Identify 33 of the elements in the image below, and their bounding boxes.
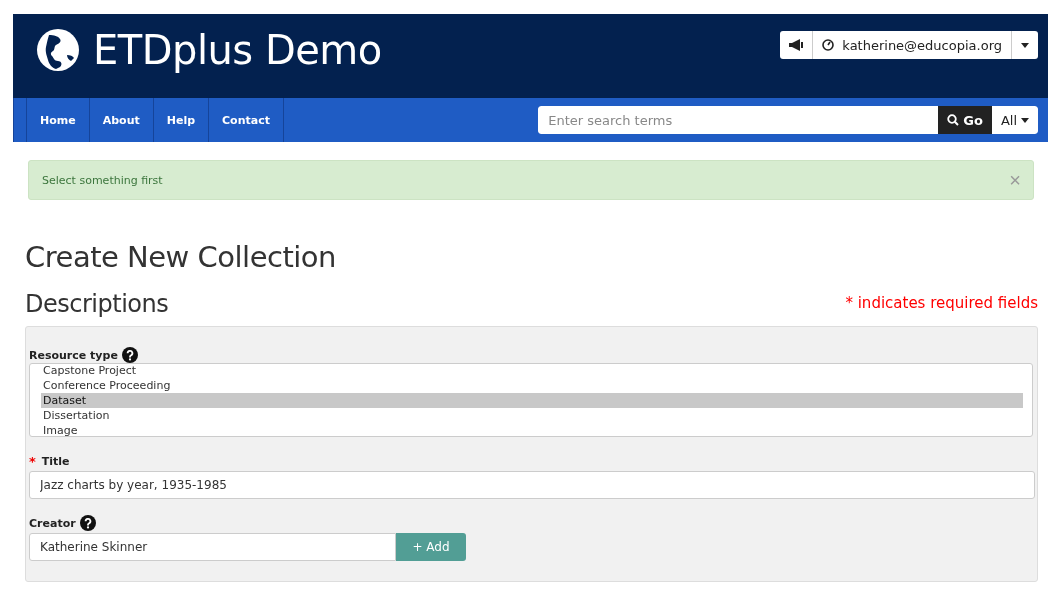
- caret-icon: [1021, 42, 1029, 48]
- section-title: Descriptions: [25, 290, 169, 318]
- title-field[interactable]: Jazz charts by year, 1935-1985: [29, 471, 1035, 499]
- field-label: Creator: [29, 516, 76, 530]
- list-option[interactable]: Capstone Project: [41, 362, 1023, 378]
- field-label: Resource type: [29, 348, 118, 362]
- globe-icon: [37, 29, 79, 71]
- megaphone-icon: [789, 39, 804, 51]
- nav-link[interactable]: About: [89, 98, 154, 142]
- nav-link[interactable]: Contact: [209, 98, 284, 142]
- list-option[interactable]: Conference Proceeding: [41, 377, 1023, 393]
- nav-link[interactable]: Home: [27, 98, 90, 142]
- list-option[interactable]: Image: [41, 422, 1023, 438]
- help-icon[interactable]: [79, 515, 96, 531]
- list-option[interactable]: Dissertation: [41, 407, 1023, 423]
- search-button[interactable]: Go: [938, 106, 992, 134]
- required-note: * indicates required fields: [845, 294, 1038, 312]
- resource-type-list[interactable]: Capstone Project Conference Proceeding Dataset Dissertation Image: [29, 363, 1033, 437]
- alert-message: Select something first: [42, 173, 163, 187]
- caret-icon: [1021, 117, 1029, 123]
- required-mark: *: [29, 453, 36, 469]
- nav-link[interactable]: Help: [153, 98, 210, 142]
- site-title: ETDplus Demo: [93, 27, 382, 73]
- user-email: katherine@educopia.org: [842, 37, 1002, 53]
- search-scope-dropdown[interactable]: All: [991, 106, 1038, 134]
- field-label: Title: [41, 454, 70, 468]
- help-icon[interactable]: [121, 347, 138, 363]
- list-option[interactable]: Dataset: [41, 392, 1023, 408]
- dashboard-icon: [822, 39, 835, 51]
- creator-field[interactable]: Katherine Skinner: [29, 533, 396, 561]
- page-title: Create New Collection: [25, 240, 337, 274]
- search-field[interactable]: Enter search terms: [538, 106, 939, 134]
- search-icon: [947, 114, 960, 126]
